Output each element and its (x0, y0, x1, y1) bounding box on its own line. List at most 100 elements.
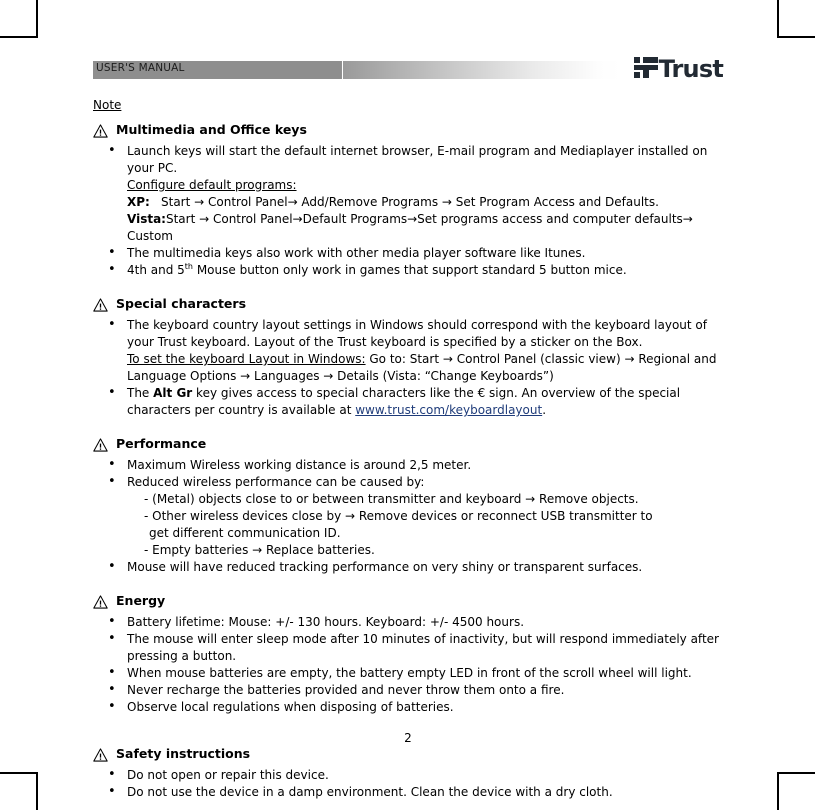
list-item-text: Do not open or repair this device. (127, 768, 329, 782)
list-item-text: The multimedia keys also work with other… (127, 246, 586, 260)
sub-line-path: Go to: Start → Control Panel (classic vi… (365, 352, 717, 366)
sub-line-xp-path: XP: Start → Control Panel→ Add/Remove Pro… (93, 194, 723, 211)
section-heading: Multimedia and Office keys (93, 122, 723, 142)
list-item-text-post: Mouse button only work in games that sup… (193, 263, 627, 277)
list-item: The keyboard country layout settings in … (93, 316, 723, 351)
section-title: Energy (116, 593, 166, 608)
os-label-xp: XP: (127, 195, 150, 209)
list-item-text: Maximum Wireless working distance is aro… (127, 458, 472, 472)
section-bullet-list: The keyboard country layout settings in … (93, 316, 723, 351)
list-item-text-end: . (542, 403, 547, 417)
section-heading: Energy (93, 593, 723, 613)
crop-mark-line-horizontal (777, 772, 815, 774)
crop-mark-line-vertical (777, 772, 779, 810)
crop-mark-top-left (0, 0, 38, 38)
section-heading: Performance (93, 436, 723, 456)
section-bullet-list: Battery lifetime: Mouse: +/- 130 hours. … (93, 613, 723, 716)
section-heading: Special characters (93, 296, 723, 316)
list-item: Observe local regulations when disposing… (93, 698, 723, 716)
list-item: Battery lifetime: Mouse: +/- 130 hours. … (93, 613, 723, 631)
sub-line-other-devices-cont: get different communication ID. (149, 526, 341, 540)
note-label: Note (93, 98, 122, 112)
list-item-text: Do not use the device in a damp environm… (127, 785, 613, 799)
crop-mark-line-horizontal (0, 36, 38, 38)
list-item-text: The mouse will enter sleep mode after 10… (127, 632, 719, 663)
sub-line-vista-path: Vista:Start → Control Panel→Default Prog… (93, 211, 723, 245)
crop-mark-bottom-right (777, 772, 815, 810)
crop-mark-top-right (777, 0, 815, 38)
section-bullet-list: Launch keys will start the default inter… (93, 142, 723, 177)
list-item-text: Observe local regulations when disposing… (127, 700, 454, 714)
page-number: 2 (404, 731, 412, 745)
sub-line-other-devices: - Other wireless devices close by → Remo… (144, 509, 653, 523)
trust-logo: Trust (633, 55, 724, 83)
crop-mark-line-horizontal (777, 36, 815, 38)
list-item: The Alt Gr key gives access to special c… (93, 384, 723, 419)
list-item: Do not open or repair this device. (93, 766, 723, 784)
sub-line-metal-objects: - (Metal) objects close to or between tr… (144, 492, 639, 506)
trust-logo-wordmark: Trust (658, 55, 724, 83)
warning-triangle-icon (93, 594, 108, 613)
section-energy: Energy Battery lifetime: Mouse: +/- 130 … (93, 593, 723, 716)
list-item: Mouse will have reduced tracking perform… (93, 558, 723, 576)
section-title: Performance (116, 436, 207, 451)
section-multimedia-and-office-keys: Multimedia and Office keys Launch keys w… (93, 122, 723, 279)
list-item-text: The keyboard country layout settings in … (127, 318, 707, 349)
warning-triangle-icon (93, 297, 108, 316)
list-item-text-pre: 4th and 5 (127, 263, 185, 277)
crop-mark-line-vertical (36, 772, 38, 810)
os-path-vista: Start → Control Panel→Default Programs→S… (127, 212, 693, 243)
sub-line-underlined-label: To set the keyboard Layout in Windows: (127, 352, 366, 366)
list-item-text: Never recharge the batteries provided an… (127, 683, 565, 697)
list-item-text: Launch keys will start the default inter… (127, 144, 708, 175)
warning-triangle-icon (93, 437, 108, 456)
sub-line-configure-default-programs: Configure default programs: (127, 178, 297, 192)
section-title: Special characters (116, 296, 247, 311)
section-bullet-list-continued: Mouse will have reduced tracking perform… (93, 558, 723, 576)
section-bullet-list-continued: The multimedia keys also work with other… (93, 244, 723, 279)
section-bullet-list: Maximum Wireless working distance is aro… (93, 456, 723, 491)
list-item: Maximum Wireless working distance is aro… (93, 456, 723, 474)
section-bullet-list-continued: The Alt Gr key gives access to special c… (93, 384, 723, 419)
sub-line-keyboard-layout-path-cont: Language Options → Languages → Details (… (127, 369, 554, 383)
list-item: Reduced wireless performance can be caus… (93, 473, 723, 491)
keyboardlayout-link[interactable]: www.trust.com/keyboardlayout (355, 403, 542, 417)
section-bullet-list: Do not open or repair this device. Do no… (93, 766, 723, 801)
list-item: Launch keys will start the default inter… (93, 142, 723, 177)
crop-mark-line-vertical (36, 0, 38, 38)
section-safety-instructions: Safety instructions Do not open or repai… (93, 746, 723, 801)
note-label-wrap: Note (93, 84, 723, 113)
warning-triangle-icon (93, 123, 108, 142)
section-title: Multimedia and Office keys (116, 122, 307, 137)
altgr-key-label: Alt Gr (153, 386, 193, 400)
list-item: Never recharge the batteries provided an… (93, 681, 723, 699)
crop-mark-line-vertical (777, 0, 779, 38)
list-item: When mouse batteries are empty, the batt… (93, 664, 723, 682)
section-title: Safety instructions (116, 746, 251, 761)
header-title: USER'S MANUAL (96, 62, 185, 74)
section-special-characters: Special characters The keyboard country … (93, 296, 723, 419)
list-item: The multimedia keys also work with other… (93, 244, 723, 262)
section-performance: Performance Maximum Wireless working dis… (93, 436, 723, 576)
sub-line-keyboard-layout-path: To set the keyboard Layout in Windows: G… (93, 351, 723, 368)
warning-triangle-icon (93, 747, 108, 766)
list-item: 4th and 5th Mouse button only work in ga… (93, 261, 723, 279)
os-label-vista: Vista: (127, 212, 166, 226)
trust-logo-mark-icon (633, 56, 658, 82)
list-item: Do not use the device in a damp environm… (93, 783, 723, 801)
list-item-text: Mouse will have reduced tracking perform… (127, 560, 643, 574)
list-item: The mouse will enter sleep mode after 10… (93, 630, 723, 665)
page-header: USER'S MANUAL Trust (93, 55, 724, 84)
ordinal-suffix: th (184, 262, 194, 271)
document-page: USER'S MANUAL Trust Note Multimedia and … (93, 55, 724, 800)
section-heading: Safety instructions (93, 746, 723, 766)
list-item-text: Battery lifetime: Mouse: +/- 130 hours. … (127, 615, 525, 629)
list-item-text-pre: The (127, 386, 154, 400)
header-bar-seam (342, 61, 343, 79)
crop-mark-bottom-left (0, 772, 38, 810)
os-path-xp: Start → Control Panel→ Add/Remove Progra… (161, 195, 659, 209)
sub-line-empty-batteries: - Empty batteries → Replace batteries. (144, 543, 375, 557)
crop-mark-line-horizontal (0, 772, 38, 774)
list-item-text: When mouse batteries are empty, the batt… (127, 666, 692, 680)
list-item-text: Reduced wireless performance can be caus… (127, 475, 425, 489)
